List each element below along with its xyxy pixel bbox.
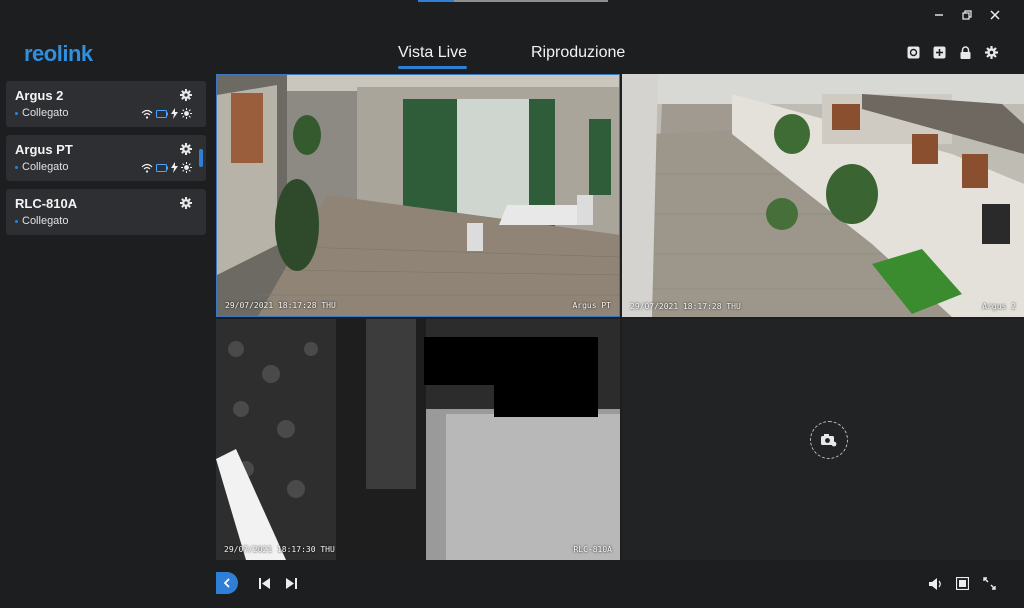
sun-icon — [181, 108, 192, 119]
video-cell-argus-2[interactable]: 29/07/2021 18:17:28 THU Argus 2 — [622, 74, 1024, 317]
bolt-icon — [171, 108, 178, 119]
gear-icon[interactable] — [180, 197, 192, 209]
camera-indicators — [141, 108, 192, 119]
fullscreen-icon[interactable] — [983, 577, 996, 590]
add-icon[interactable] — [932, 45, 946, 59]
gear-icon[interactable] — [180, 89, 192, 101]
video-cell-argus-pt[interactable]: 29/07/2021 18:17:28 THU Argus PT — [216, 74, 620, 317]
lock-icon[interactable] — [958, 45, 972, 59]
tab-playback[interactable]: Riproduzione — [531, 44, 625, 62]
previous-icon[interactable] — [258, 577, 271, 590]
camera-feed-image — [217, 75, 619, 316]
live-view-grid: 29/07/2021 18:17:28 THU Argus PT 29/07/2 — [216, 74, 1024, 560]
window-controls — [932, 8, 1002, 22]
collapse-sidebar-button[interactable] — [216, 572, 238, 594]
camera-status: Collegato — [15, 107, 68, 119]
title-bar-indicator — [418, 0, 608, 2]
status-dot-icon — [15, 165, 18, 169]
camera-feed-image — [216, 319, 620, 560]
camera-name: Argus PT — [15, 142, 73, 157]
settings-icon[interactable] — [984, 45, 998, 59]
main-tabs: Vista Live Riproduzione — [0, 44, 1024, 74]
add-camera-button[interactable] — [810, 421, 848, 459]
camera-list: Argus 2 Collegato Argus PT Collegato RLC… — [0, 74, 215, 560]
camera-status: Collegato — [15, 215, 68, 227]
camera-feed-image — [622, 74, 1024, 317]
timestamp-overlay: 29/07/2021 18:17:28 THU — [630, 302, 741, 311]
camera-card-argus-2[interactable]: Argus 2 Collegato — [6, 81, 206, 127]
bolt-icon — [171, 162, 178, 173]
bottom-toolbar — [0, 560, 1024, 608]
restore-icon[interactable] — [960, 8, 974, 22]
close-icon[interactable] — [988, 8, 1002, 22]
volume-icon[interactable] — [929, 577, 942, 590]
status-dot-icon — [15, 219, 18, 223]
video-cell-rlc-810a[interactable]: 29/07/2021 18:17:30 THU RLC-810A — [216, 319, 620, 560]
empty-video-cell[interactable] — [622, 319, 1024, 560]
camera-add-icon — [821, 434, 837, 447]
active-tab-underline — [398, 66, 467, 69]
timestamp-overlay: 29/07/2021 18:17:30 THU — [224, 545, 335, 554]
next-icon[interactable] — [284, 577, 297, 590]
sun-icon — [181, 162, 192, 173]
camera-name-overlay: RLC-810A — [573, 545, 612, 554]
battery-icon — [156, 109, 168, 118]
camera-card-rlc-810a[interactable]: RLC-810A Collegato — [6, 189, 206, 235]
camera-name: RLC-810A — [15, 196, 78, 211]
reset-icon[interactable] — [906, 45, 920, 59]
camera-card-argus-pt[interactable]: Argus PT Collegato — [6, 135, 206, 181]
camera-status: Collegato — [15, 161, 68, 173]
camera-name: Argus 2 — [15, 88, 64, 103]
camera-name-overlay: Argus PT — [572, 301, 611, 310]
tab-live-view[interactable]: Vista Live — [398, 44, 467, 62]
toolbar — [906, 45, 998, 59]
battery-icon — [156, 163, 168, 172]
status-dot-icon — [15, 111, 18, 115]
camera-status-text: Collegato — [22, 107, 69, 119]
gear-icon[interactable] — [180, 143, 192, 155]
layout-icon[interactable] — [956, 577, 969, 590]
camera-status-text: Collegato — [22, 215, 69, 227]
timestamp-overlay: 29/07/2021 18:17:28 THU — [225, 301, 336, 310]
camera-indicators — [141, 162, 192, 173]
minimize-icon[interactable] — [932, 8, 946, 22]
chevron-left-icon — [223, 578, 230, 588]
wifi-icon — [141, 109, 153, 119]
wifi-icon — [141, 163, 153, 173]
camera-status-text: Collegato — [22, 161, 69, 173]
sidebar-scrollbar[interactable] — [199, 149, 203, 167]
camera-name-overlay: Argus 2 — [982, 302, 1016, 311]
